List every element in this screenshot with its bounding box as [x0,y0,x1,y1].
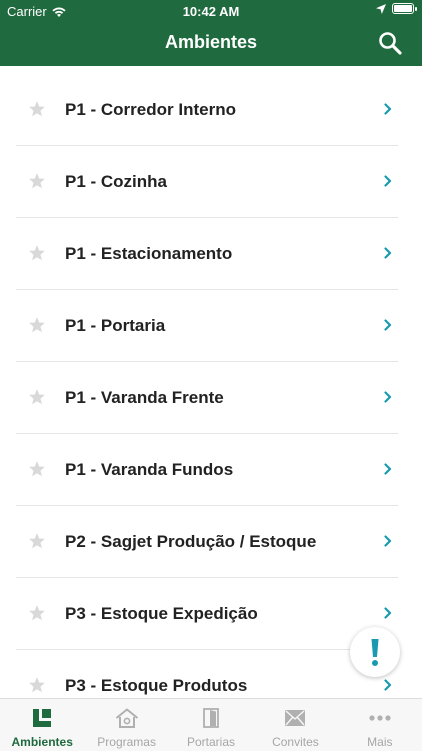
chevron-right-icon [384,391,392,403]
tab-label: Ambientes [11,735,73,749]
clock: 10:42 AM [182,4,240,19]
star-icon[interactable] [28,532,46,550]
list-item-label: P1 - Corredor Interno [65,100,236,119]
star-icon[interactable] [28,172,46,190]
list-item-label: P1 - Portaria [65,316,166,335]
list-item[interactable]: P1 - Varanda Fundos [16,434,398,506]
page-title: Ambientes [164,32,258,52]
chevron-right-icon [384,679,392,691]
tab-ambientes[interactable]: Ambientes [0,699,84,751]
star-icon[interactable] [28,676,46,694]
battery-icon [392,3,417,14]
tab-convites[interactable]: Convites [253,699,337,751]
chevron-right-icon [384,607,392,619]
star-icon[interactable] [28,604,46,622]
list-item[interactable]: P3 - Estoque Produtos [16,650,398,698]
list-item[interactable]: P1 - Estacionamento [16,218,398,290]
list-item[interactable]: P3 - Estoque Expedição [16,578,398,650]
location-arrow-icon [376,3,386,14]
app-header: Carrier 10:42 AM Ambientes [0,0,422,66]
tab-mais[interactable]: Mais [338,699,422,751]
star-icon[interactable] [28,460,46,478]
list-item-label: P1 - Cozinha [65,172,168,191]
list-item-label: P1 - Varanda Frente [65,388,224,407]
chevron-right-icon [384,103,392,115]
envelope-icon [285,710,306,726]
list-item[interactable]: P1 - Varanda Frente [16,362,398,434]
more-dots-icon [369,715,391,721]
star-icon[interactable] [28,244,46,262]
list-item-label: P2 - Sagjet Produção / Estoque [65,532,317,551]
star-icon[interactable] [28,100,46,118]
list-item-label: P1 - Varanda Fundos [65,460,234,479]
list-item[interactable]: P1 - Portaria [16,290,398,362]
list-item[interactable]: P1 - Cozinha [16,146,398,218]
tab-label: Convites [272,735,319,749]
star-icon[interactable] [28,388,46,406]
ambientes-icon [33,709,52,727]
tab-bar: Ambientes Programas Portarias Convites M… [0,698,422,751]
door-icon [203,708,219,728]
tab-label: Portarias [187,735,236,749]
chevron-right-icon [384,463,392,475]
tab-label: Programas [97,735,156,749]
help-fab-button[interactable] [350,627,400,677]
chevron-right-icon [384,535,392,547]
tab-portarias[interactable]: Portarias [169,699,253,751]
list-item[interactable]: P2 - Sagjet Produção / Estoque [16,506,398,578]
list-item-label: P3 - Estoque Produtos [65,676,248,695]
status-bar: Carrier 10:42 AM [0,0,422,22]
house-icon [115,708,138,728]
search-icon[interactable] [378,31,402,55]
list-item-label: P1 - Estacionamento [65,244,233,263]
chevron-right-icon [384,175,392,187]
chevron-right-icon [384,247,392,259]
exclamation-icon [371,639,379,666]
star-icon[interactable] [28,316,46,334]
tab-programas[interactable]: Programas [84,699,168,751]
ambientes-list: P1 - Corredor Interno P1 - Cozinha P1 - … [0,74,422,698]
list-item[interactable]: P1 - Corredor Interno [16,74,398,146]
list-item-label: P3 - Estoque Expedição [65,604,258,623]
chevron-right-icon [384,319,392,331]
tab-label: Mais [367,735,393,749]
